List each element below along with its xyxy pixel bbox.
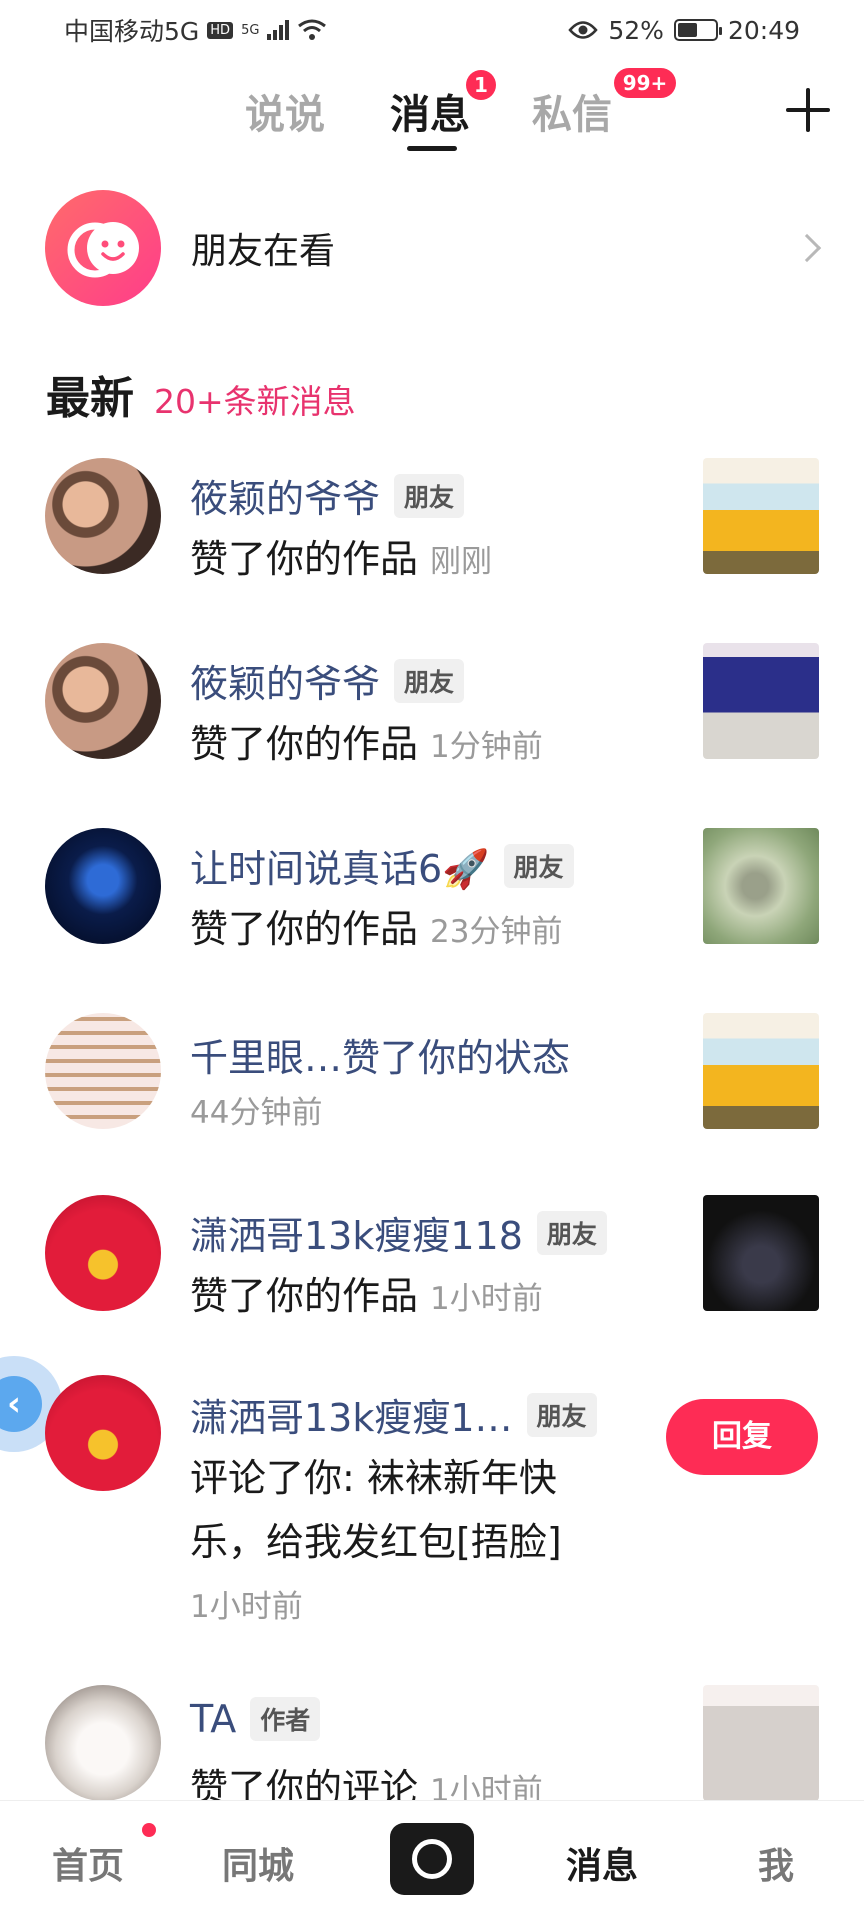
timestamp: 1小时前 — [430, 1281, 543, 1317]
camera-icon — [412, 1839, 452, 1879]
hd-icon: HD — [207, 21, 234, 39]
avatar[interactable] — [45, 1685, 161, 1801]
tab-messages[interactable]: 消息 — [390, 82, 470, 140]
avatar[interactable] — [45, 828, 161, 944]
post-thumbnail[interactable] — [703, 1685, 819, 1801]
nav-messages[interactable]: 消息 — [566, 1837, 638, 1889]
avatar[interactable] — [45, 458, 161, 574]
eye-icon — [568, 21, 599, 39]
section-title: 最新 — [46, 373, 134, 424]
user-name[interactable]: 让时间说真话6🚀 — [190, 838, 490, 893]
post-thumbnail[interactable] — [703, 458, 819, 574]
user-name[interactable]: 潇洒哥13k瘦瘦1… — [190, 1387, 513, 1442]
signal-icon — [267, 20, 290, 40]
timestamp: 1小时前 — [190, 1589, 303, 1625]
avatar[interactable] — [45, 1375, 161, 1491]
user-name[interactable]: 潇洒哥13k瘦瘦118 — [190, 1205, 523, 1260]
chevron-right-icon — [792, 233, 822, 263]
tab-messages-badge: 1 — [466, 70, 496, 100]
timestamp: 44分钟前 — [190, 1095, 323, 1131]
notification-item[interactable]: 潇洒哥13k瘦瘦1… 朋友 评论了你: 袜袜新年快 乐，给我发红包[捂脸] 1小… — [0, 1375, 864, 1625]
carrier-label: 中国移动5G — [64, 17, 200, 46]
user-name[interactable]: 筱颖的爷爷 — [190, 468, 380, 523]
notification-item[interactable]: 筱颖的爷爷 朋友 赞了你的作品 刚刚 — [0, 458, 864, 581]
network-label: 5G — [241, 22, 260, 38]
avatar[interactable] — [45, 1013, 161, 1129]
action-text: 赞了你的作品 — [190, 722, 419, 766]
tab-active-indicator — [407, 146, 457, 151]
post-thumbnail[interactable] — [703, 1195, 819, 1311]
friend-tag: 朋友 — [526, 1392, 597, 1437]
nav-me[interactable]: 我 — [758, 1837, 794, 1889]
user-name[interactable]: TA — [190, 1697, 236, 1741]
notification-item[interactable]: 筱颖的爷爷 朋友 赞了你的作品 1分钟前 — [0, 643, 864, 766]
author-tag: 作者 — [250, 1697, 321, 1741]
notification-item[interactable]: TA 作者 赞了你的评论 1小时前 — [0, 1685, 864, 1810]
post-thumbnail[interactable] — [703, 643, 819, 759]
timestamp: 刚刚 — [430, 544, 493, 580]
nav-home-dot — [142, 1823, 156, 1837]
new-messages-count: 20+条新消息 — [154, 382, 356, 421]
tab-private-messages[interactable]: 私信 — [532, 82, 612, 140]
reply-button[interactable]: 回复 — [666, 1399, 818, 1475]
notification-item[interactable]: 千里眼…赞了你的状态 44分钟前 — [0, 1013, 864, 1133]
comment-text-line2: 乐，给我发红包[捂脸] — [190, 1520, 562, 1564]
timestamp: 23分钟前 — [430, 914, 563, 950]
timestamp: 1分钟前 — [430, 729, 543, 765]
user-name[interactable]: 千里眼…赞了你的状态 — [190, 1027, 570, 1082]
friends-watching-entry[interactable]: 朋友在看 — [45, 190, 835, 306]
friend-tag: 朋友 — [503, 843, 574, 888]
add-icon[interactable] — [786, 88, 830, 132]
tab-private-messages-badge: 99+ — [614, 68, 676, 98]
user-name[interactable]: 筱颖的爷爷 — [190, 653, 380, 708]
section-header: 最新 20+条新消息 — [46, 362, 356, 426]
friends-watching-icon — [45, 190, 161, 306]
top-tabs: 说说 消息 1 私信 99+ — [0, 68, 864, 160]
nav-nearby[interactable]: 同城 — [222, 1837, 294, 1889]
bottom-navigation: 首页 同城 消息 我 — [0, 1800, 864, 1920]
friend-tag: 朋友 — [394, 658, 465, 703]
post-thumbnail[interactable] — [703, 828, 819, 944]
create-button[interactable] — [390, 1823, 474, 1895]
action-text: 赞了你的作品 — [190, 907, 419, 951]
friend-tag: 朋友 — [394, 473, 465, 518]
avatar[interactable] — [45, 1195, 161, 1311]
comment-text-line1: 评论了你: 袜袜新年快 — [190, 1456, 557, 1500]
post-thumbnail[interactable] — [703, 1013, 819, 1129]
battery-percent: 52% — [608, 15, 664, 45]
friend-tag: 朋友 — [536, 1210, 607, 1255]
action-text: 赞了你的作品 — [190, 537, 419, 581]
action-text: 赞了你的作品 — [190, 1274, 419, 1318]
avatar[interactable] — [45, 643, 161, 759]
clock: 20:49 — [727, 15, 800, 45]
tab-shuoshuo[interactable]: 说说 — [245, 82, 325, 140]
status-bar: 中国移动5G HD 5G 52% 20:49 — [0, 0, 864, 60]
friends-watching-label: 朋友在看 — [191, 231, 336, 272]
wifi-icon — [298, 19, 327, 40]
notification-item[interactable]: 潇洒哥13k瘦瘦118 朋友 赞了你的作品 1小时前 — [0, 1195, 864, 1318]
notification-item[interactable]: 让时间说真话6🚀 朋友 赞了你的作品 23分钟前 — [0, 828, 864, 951]
battery-icon — [673, 19, 722, 41]
nav-home[interactable]: 首页 — [52, 1837, 124, 1889]
